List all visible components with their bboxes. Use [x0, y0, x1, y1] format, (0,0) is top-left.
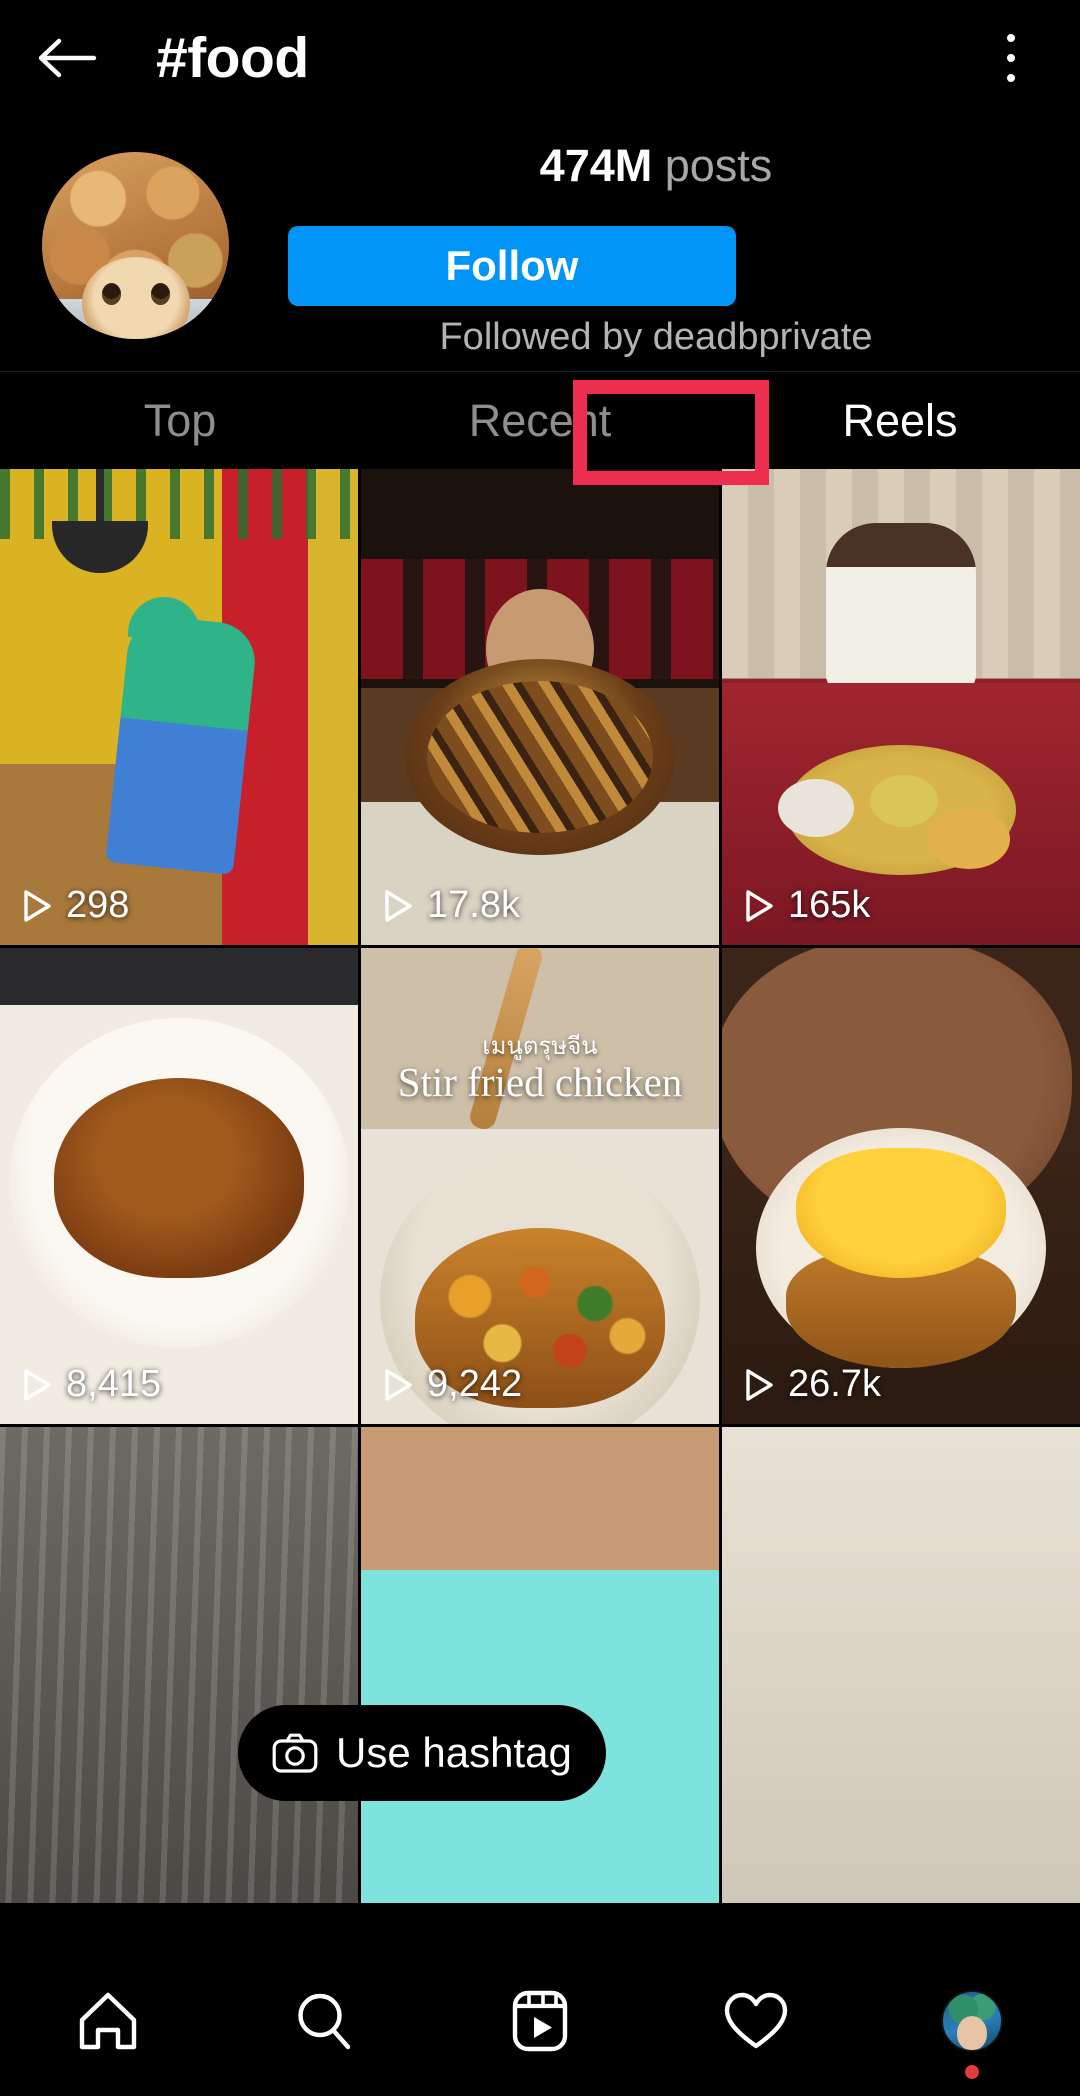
play-triangle-icon [24, 1368, 51, 1401]
posts-count: 474M posts [276, 140, 1036, 192]
nav-home[interactable] [0, 1945, 216, 2096]
heart-icon [724, 1992, 788, 2048]
view-count-value: 165k [788, 884, 871, 926]
tab-recent[interactable]: Recent [360, 372, 720, 469]
view-count: 165k [744, 884, 870, 927]
app-bar: #food [0, 0, 1080, 116]
view-count: 26.7k [744, 1363, 881, 1406]
posts-count-label: posts [652, 140, 773, 191]
reel-thumbnail [361, 1427, 719, 1903]
reel-thumbnail [0, 1427, 358, 1903]
reel-tile[interactable]: 165k [722, 469, 1080, 945]
tab-top[interactable]: Top [0, 372, 360, 469]
reel-tile[interactable] [722, 1427, 1080, 1903]
followed-by-text: Followed by deadbprivate [439, 316, 873, 358]
reel-tile[interactable] [0, 1427, 358, 1903]
bottom-navigation-bar [0, 1944, 1080, 2096]
view-count: 8,415 [22, 1363, 161, 1406]
avatar [42, 152, 229, 339]
home-icon [79, 1992, 137, 2049]
use-hashtag-button[interactable]: Use hashtag [238, 1705, 606, 1801]
reel-thumbnail [0, 469, 358, 945]
reels-icon [512, 1990, 568, 2051]
arrow-left-icon [39, 38, 97, 78]
reel-thumbnail [722, 948, 1080, 1424]
play-triangle-icon [385, 1368, 412, 1401]
view-count-value: 9,242 [427, 1363, 523, 1405]
reel-thumbnail [722, 469, 1080, 945]
view-count-value: 26.7k [788, 1363, 881, 1405]
use-hashtag-label: Use hashtag [336, 1729, 572, 1776]
instagram-hashtag-screen: #food 474M posts Follow Followed by dead… [0, 0, 1080, 2096]
search-icon [298, 1993, 351, 2049]
reel-tile[interactable]: 26.7k [722, 948, 1080, 1424]
reel-tile[interactable]: 298 [0, 469, 358, 945]
reel-thumbnail: เมนูตรุษจีน Stir fried chicken [361, 948, 719, 1424]
page-title: #food [156, 26, 309, 90]
play-triangle-icon [385, 889, 412, 922]
view-count-value: 17.8k [427, 884, 520, 926]
reel-thumbnail [722, 1427, 1080, 1903]
reel-tile[interactable]: เมนูตรุษจีน Stir fried chicken 9,242 [361, 948, 719, 1424]
view-count-value: 298 [66, 884, 130, 926]
reel-caption-english: Stir fried chicken [397, 1059, 683, 1105]
reel-tile[interactable]: 17.8k [361, 469, 719, 945]
view-count-value: 8,415 [66, 1363, 162, 1405]
nav-reels[interactable] [432, 1945, 648, 2096]
view-count: 9,242 [383, 1363, 522, 1406]
avatar-cat-face [81, 256, 190, 339]
nav-profile[interactable] [864, 1945, 1080, 2096]
tab-reels[interactable]: Reels [720, 372, 1080, 469]
kebab-menu-icon[interactable] [988, 30, 1034, 86]
notification-dot [965, 2064, 979, 2079]
back-button[interactable] [22, 12, 114, 104]
hashtag-header: 474M posts Follow Followed by deadbpriva… [0, 116, 1080, 371]
play-triangle-icon [24, 889, 51, 922]
play-triangle-icon [746, 889, 773, 922]
follow-button[interactable]: Follow [288, 226, 736, 306]
posts-count-number: 474M [539, 140, 653, 191]
reel-tile[interactable]: 8,415 [0, 948, 358, 1424]
view-count: 298 [22, 884, 129, 927]
reel-tile[interactable] [361, 1427, 719, 1903]
play-triangle-icon [746, 1368, 773, 1401]
reel-thumbnail [361, 469, 719, 945]
camera-icon [272, 1733, 318, 1773]
reel-thumbnail [0, 948, 358, 1424]
profile-avatar [941, 1989, 1003, 2052]
view-count: 17.8k [383, 884, 520, 927]
tab-bar: Top Recent Reels [0, 371, 1080, 469]
nav-search[interactable] [216, 1945, 432, 2096]
nav-activity[interactable] [648, 1945, 864, 2096]
